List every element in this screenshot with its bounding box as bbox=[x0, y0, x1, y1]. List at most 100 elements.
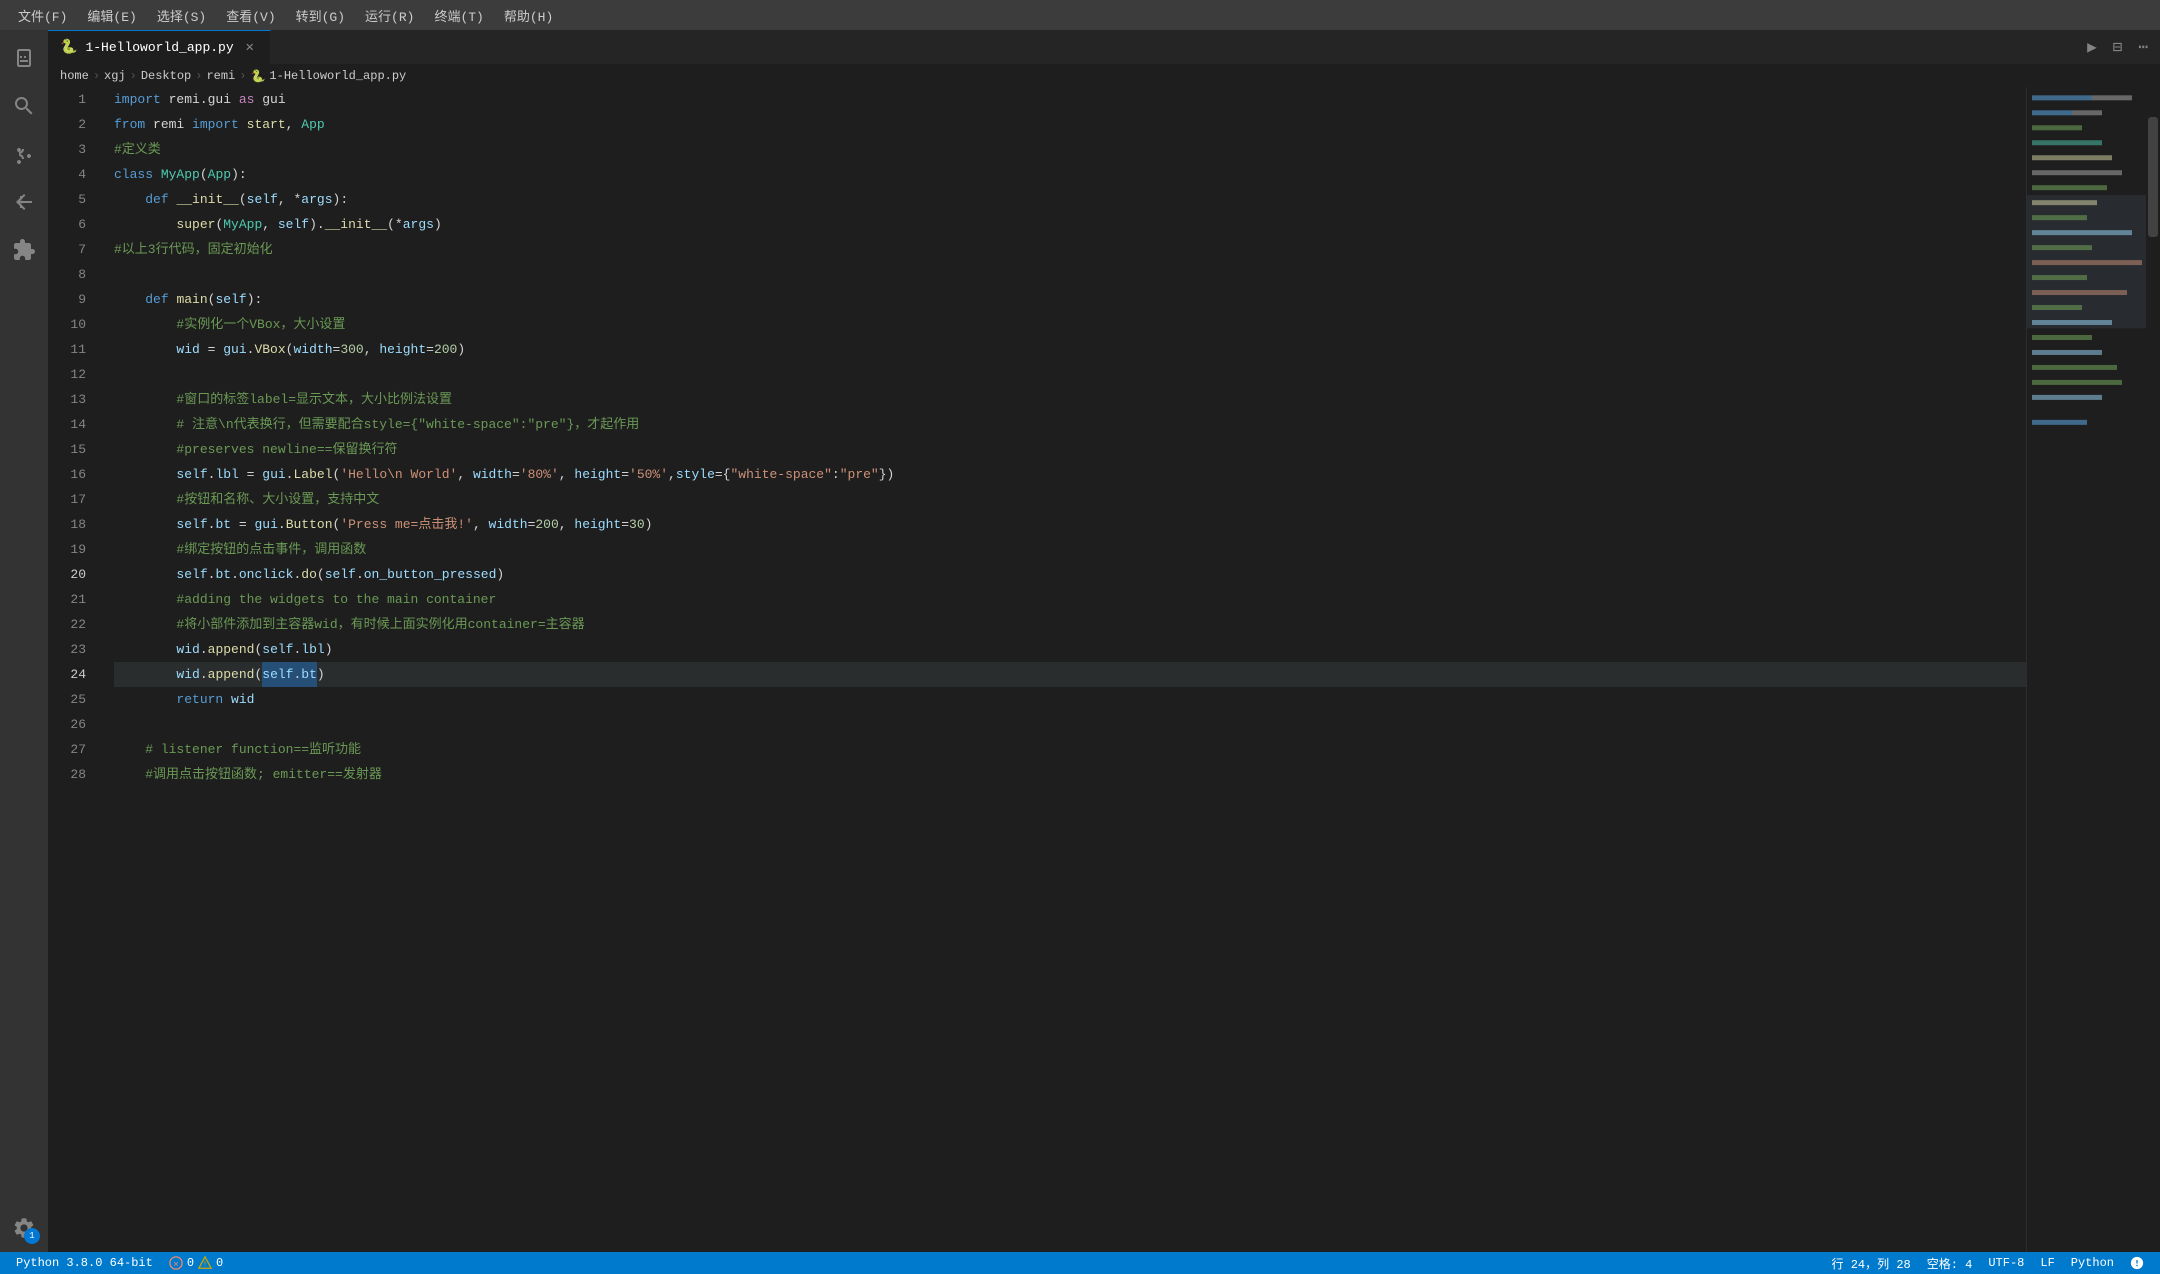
editor-scrollbar[interactable] bbox=[2146, 87, 2160, 1252]
encoding-label: UTF-8 bbox=[1988, 1256, 2024, 1270]
error-icon: ✕ bbox=[169, 1256, 183, 1270]
breadcrumb-desktop[interactable]: Desktop bbox=[141, 69, 191, 83]
ln-7: 7 bbox=[48, 237, 96, 262]
code-line-8 bbox=[114, 262, 2026, 287]
menu-help[interactable]: 帮助(H) bbox=[494, 2, 563, 29]
code-line-17: #按钮和名称、大小设置，支持中文 bbox=[114, 487, 2026, 512]
status-notification[interactable] bbox=[2122, 1252, 2152, 1274]
code-line-7: #以上3行代码，固定初始化 bbox=[114, 237, 2026, 262]
ln-9: 9 bbox=[48, 287, 96, 312]
activity-settings[interactable]: 1 bbox=[0, 1204, 48, 1252]
split-editor-button[interactable]: ⊟ bbox=[2109, 33, 2127, 61]
ln-15: 15 bbox=[48, 437, 96, 462]
code-line-19: #绑定按钮的点击事件，调用函数 bbox=[114, 537, 2026, 562]
ln-8: 8 bbox=[48, 262, 96, 287]
breadcrumb-file[interactable]: 1-Helloworld_app.py bbox=[269, 69, 406, 83]
code-line-5: def __init__(self, *args): bbox=[114, 187, 2026, 212]
code-line-22: #将小部件添加到主容器wid，有时候上面实例化用container=主容器 bbox=[114, 612, 2026, 637]
ln-5: 5 bbox=[48, 187, 96, 212]
ln-13: 13 bbox=[48, 387, 96, 412]
status-line-col[interactable]: 行 24，列 28 bbox=[1824, 1252, 1919, 1274]
breadcrumb-xgj[interactable]: xgj bbox=[104, 69, 126, 83]
code-line-20: self.bt.onclick.do(self.on_button_presse… bbox=[114, 562, 2026, 587]
ln-28: 28 bbox=[48, 762, 96, 787]
code-line-28: #调用点击按钮函数; emitter==发射器 bbox=[114, 762, 2026, 787]
breadcrumb-home[interactable]: home bbox=[60, 69, 89, 83]
ln-4: 4 bbox=[48, 162, 96, 187]
menu-goto[interactable]: 转到(G) bbox=[286, 2, 355, 29]
scrollbar-thumb[interactable] bbox=[2148, 117, 2158, 237]
code-line-27: # listener function==监听功能 bbox=[114, 737, 2026, 762]
code-line-10: #实例化一个VBox，大小设置 bbox=[114, 312, 2026, 337]
menu-terminal[interactable]: 终端(T) bbox=[424, 2, 493, 29]
code-line-1: import remi.gui as gui bbox=[114, 87, 2026, 112]
eol-label: LF bbox=[2040, 1256, 2054, 1270]
tab-bar: 🐍 1-Helloworld_app.py ✕ ▶ ⊟ ⋯ bbox=[48, 30, 2160, 65]
ln-1: 1 bbox=[48, 87, 96, 112]
menu-view[interactable]: 查看(V) bbox=[216, 2, 285, 29]
code-line-21: #adding the widgets to the main containe… bbox=[114, 587, 2026, 612]
svg-text:!: ! bbox=[203, 1261, 208, 1270]
breadcrumb-remi[interactable]: remi bbox=[206, 69, 235, 83]
status-errors[interactable]: ✕ 0 ! 0 bbox=[161, 1252, 231, 1274]
more-actions-button[interactable]: ⋯ bbox=[2134, 33, 2152, 61]
activity-explorer[interactable] bbox=[0, 34, 48, 82]
menu-run[interactable]: 运行(R) bbox=[355, 2, 424, 29]
python-file-icon: 🐍 bbox=[60, 39, 77, 56]
activity-search[interactable] bbox=[0, 82, 48, 130]
ln-14: 14 bbox=[48, 412, 96, 437]
status-encoding[interactable]: UTF-8 bbox=[1980, 1252, 2032, 1274]
breadcrumb-python-icon: 🐍 bbox=[250, 69, 265, 84]
main-container: 1 🐍 1-Helloworld_app.py ✕ ▶ ⊟ ⋯ home › x… bbox=[0, 30, 2160, 1252]
tab-helloworld[interactable]: 🐍 1-Helloworld_app.py ✕ bbox=[48, 30, 271, 64]
ln-22: 22 bbox=[48, 612, 96, 637]
code-line-23: wid.append(self.lbl) bbox=[114, 637, 2026, 662]
ln-20: 20 bbox=[48, 562, 96, 587]
error-count: 0 bbox=[187, 1256, 194, 1270]
code-line-24: wid.append(self.bt) bbox=[114, 662, 2026, 687]
menu-edit[interactable]: 编辑(E) bbox=[77, 2, 146, 29]
activity-source-control[interactable] bbox=[0, 130, 48, 178]
tab-close-button[interactable]: ✕ bbox=[242, 40, 258, 56]
editor-area: 🐍 1-Helloworld_app.py ✕ ▶ ⊟ ⋯ home › xgj… bbox=[48, 30, 2160, 1252]
status-python-version[interactable]: Python 3.8.0 64-bit bbox=[8, 1252, 161, 1274]
status-spaces[interactable]: 空格: 4 bbox=[1919, 1252, 1981, 1274]
settings-badge: 1 bbox=[24, 1228, 40, 1244]
notification-icon bbox=[2130, 1256, 2144, 1270]
minimap[interactable] bbox=[2026, 87, 2146, 1252]
code-line-12 bbox=[114, 362, 2026, 387]
activity-run-debug[interactable] bbox=[0, 178, 48, 226]
code-line-6: super(MyApp, self).__init__(*args) bbox=[114, 212, 2026, 237]
status-eol[interactable]: LF bbox=[2032, 1252, 2062, 1274]
code-line-26 bbox=[114, 712, 2026, 737]
code-editor: 1 2 3 4 5 6 7 8 9 10 11 12 13 14 15 16 1… bbox=[48, 87, 2160, 1252]
ln-18: 18 bbox=[48, 512, 96, 537]
ln-3: 3 bbox=[48, 137, 96, 162]
code-line-9: def main(self): bbox=[114, 287, 2026, 312]
warning-count: 0 bbox=[216, 1256, 223, 1270]
menu-select[interactable]: 选择(S) bbox=[147, 2, 216, 29]
code-line-18: self.bt = gui.Button('Press me=点击我!', wi… bbox=[114, 512, 2026, 537]
ln-25: 25 bbox=[48, 687, 96, 712]
tab-filename: 1-Helloworld_app.py bbox=[85, 40, 233, 55]
menu-file[interactable]: 文件(F) bbox=[8, 2, 77, 29]
minimap-svg bbox=[2027, 87, 2146, 1252]
code-line-3: #定义类 bbox=[114, 137, 2026, 162]
code-line-25: return wid bbox=[114, 687, 2026, 712]
run-button[interactable]: ▶ bbox=[2083, 33, 2101, 61]
warning-icon: ! bbox=[198, 1256, 212, 1270]
code-line-14: # 注意\n代表换行，但需要配合style={"white-space":"pr… bbox=[114, 412, 2026, 437]
python-version-label: Python 3.8.0 64-bit bbox=[16, 1256, 153, 1270]
ln-26: 26 bbox=[48, 712, 96, 737]
activity-extensions[interactable] bbox=[0, 226, 48, 274]
ln-23: 23 bbox=[48, 637, 96, 662]
spaces-label: 空格: 4 bbox=[1927, 1255, 1973, 1272]
activity-bar: 1 bbox=[0, 30, 48, 1252]
ln-17: 17 bbox=[48, 487, 96, 512]
menubar: 文件(F) 编辑(E) 选择(S) 查看(V) 转到(G) 运行(R) 终端(T… bbox=[0, 0, 2160, 30]
status-language[interactable]: Python bbox=[2063, 1252, 2122, 1274]
code-content[interactable]: import remi.gui as gui from remi import … bbox=[106, 87, 2026, 1252]
line-col-label: 行 24，列 28 bbox=[1832, 1255, 1911, 1272]
ln-21: 21 bbox=[48, 587, 96, 612]
code-line-13: #窗口的标签label=显示文本，大小比例法设置 bbox=[114, 387, 2026, 412]
